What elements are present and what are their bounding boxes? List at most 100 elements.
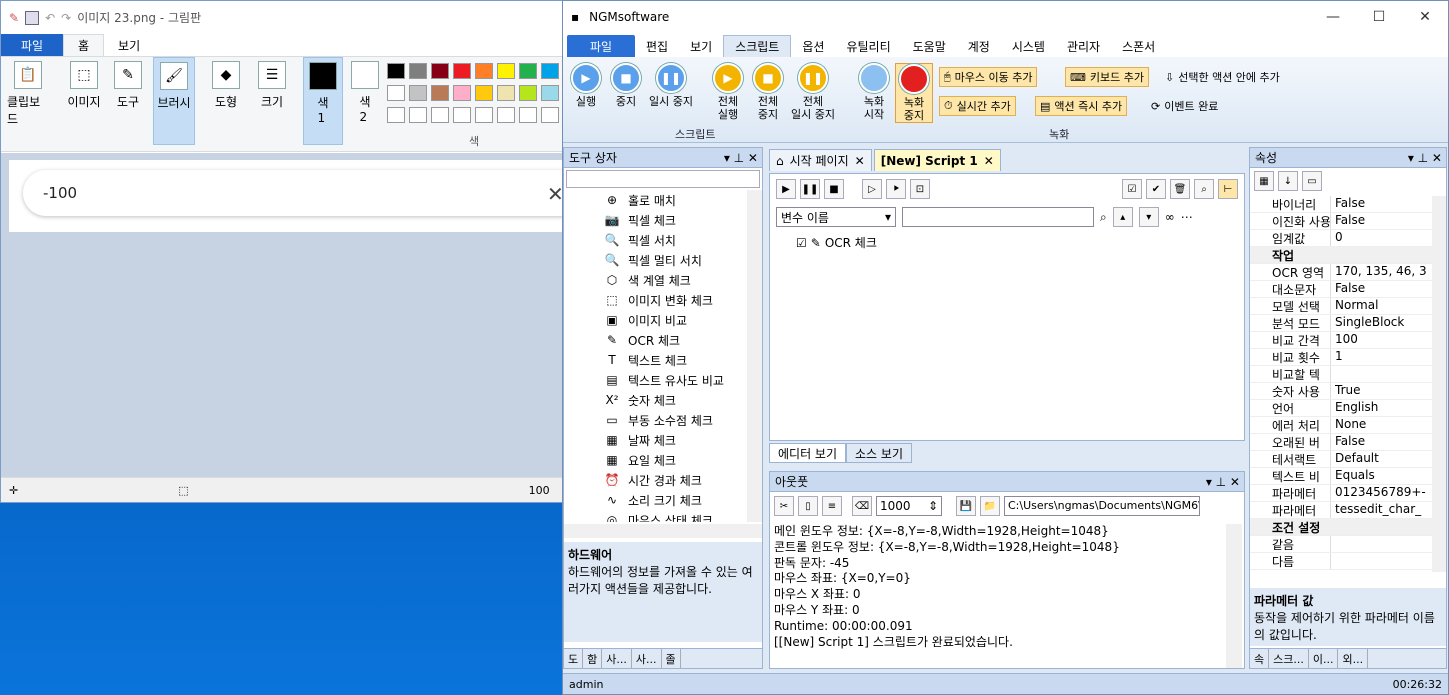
add-instant-button[interactable]: ▤ 액션 즉시 추가	[1035, 96, 1128, 116]
properties-footer-tab[interactable]: 이...	[1309, 649, 1339, 668]
property-row[interactable]: 모델 선택 Normal	[1250, 298, 1432, 315]
palette-swatch-empty[interactable]	[519, 107, 537, 123]
image-button[interactable]: ⬚ 이미지	[63, 57, 105, 145]
property-row[interactable]: 언어 English	[1250, 400, 1432, 417]
output-scrollbar[interactable]	[1226, 524, 1242, 668]
toolbox-footer-tab[interactable]: 함	[583, 649, 603, 668]
properties-footer-tab[interactable]: 속	[1250, 649, 1270, 668]
app-menu-icon[interactable]: ▪	[571, 10, 579, 24]
property-category[interactable]: 조건 설정	[1250, 519, 1432, 536]
toolbox-scrollbar[interactable]	[747, 190, 762, 522]
file-icon[interactable]: ▯	[798, 496, 818, 516]
toolbox-item[interactable]: ▦ 날짜 체크	[564, 430, 747, 450]
property-row[interactable]: 대소문자 False	[1250, 281, 1432, 298]
step-into-icon[interactable]: ⯈	[886, 179, 906, 199]
tab-start-page[interactable]: ⌂ 시작 페이지 ✕	[769, 149, 872, 171]
ribbon-tab[interactable]: 관리자	[1056, 35, 1111, 57]
tab-source-view[interactable]: 소스 보기	[846, 443, 912, 463]
toolbox-item[interactable]: T 텍스트 체크	[564, 350, 747, 370]
palette-swatch[interactable]	[431, 63, 449, 79]
property-row[interactable]: 테서랙트 Default	[1250, 451, 1432, 468]
paint-view-tab[interactable]: 보기	[104, 34, 154, 56]
search-icon[interactable]: ⌕	[1100, 210, 1107, 225]
property-row[interactable]: 숫자 사용 True	[1250, 383, 1432, 400]
property-value[interactable]: False	[1330, 434, 1432, 450]
toolbox-item[interactable]: 📷 픽셀 체크	[564, 210, 747, 230]
add-mouse-move-button[interactable]: 🖱 마우스 이동 추가	[939, 67, 1038, 87]
pause-icon[interactable]: ❚❚	[800, 179, 820, 199]
properties-scrollbar[interactable]	[1432, 196, 1446, 572]
panel-controls-icon[interactable]: ▾ ⊥ ✕	[1206, 475, 1240, 489]
categorized-icon[interactable]: ▦	[1254, 171, 1274, 191]
property-value[interactable]: tessedit_char_	[1330, 502, 1432, 518]
ribbon-tab[interactable]: 편집	[635, 35, 679, 57]
pause-button[interactable]: ❚❚ 일시 중지	[649, 63, 693, 108]
stop-icon[interactable]: ■	[824, 179, 844, 199]
property-row[interactable]: OCR 영역 170, 135, 46, 3	[1250, 264, 1432, 281]
toolbox-search-input[interactable]	[566, 170, 760, 188]
property-value[interactable]: None	[1330, 417, 1432, 433]
output-path-field[interactable]: C:\Users\ngmas\Documents\NGM6\	[1004, 496, 1200, 516]
stop-all-button[interactable]: ■ 전체 중지	[753, 63, 783, 121]
property-value[interactable]	[1330, 553, 1432, 569]
run-all-button[interactable]: ▶ 전체 실행	[713, 63, 743, 121]
property-row[interactable]: 비교 간격 100	[1250, 332, 1432, 349]
maximize-icon[interactable]: ☐	[1356, 1, 1402, 33]
brush-button[interactable]: 🖌 브러시	[153, 57, 195, 145]
undo-icon[interactable]: ↶	[45, 11, 55, 25]
property-value[interactable]	[1330, 366, 1432, 382]
palette-swatch-empty[interactable]	[541, 107, 559, 123]
ribbon-tab[interactable]: 스폰서	[1111, 35, 1166, 57]
property-value[interactable]: Equals	[1330, 468, 1432, 484]
variable-dropdown[interactable]: 변수 이름 ▾	[776, 207, 896, 227]
property-row[interactable]: 오래된 버 False	[1250, 434, 1432, 451]
check-all-icon[interactable]: ☑	[1122, 179, 1142, 199]
palette-swatch[interactable]	[497, 85, 515, 101]
color2-button[interactable]: 색 2	[345, 57, 385, 145]
property-category[interactable]: 작업	[1250, 247, 1432, 264]
property-row[interactable]: 같음	[1250, 536, 1432, 553]
palette-swatch[interactable]	[387, 85, 405, 101]
toolbox-item[interactable]: ▦ 요일 체크	[564, 450, 747, 470]
tab-editor-view[interactable]: 에디터 보기	[769, 443, 847, 463]
size-button[interactable]: ☰ 크기	[251, 57, 293, 145]
paint-file-tab[interactable]: 파일	[1, 34, 63, 56]
toolbox-footer-tab[interactable]: 사...	[602, 649, 632, 668]
property-value[interactable]: 1	[1330, 349, 1432, 365]
ribbon-tab[interactable]: 계정	[957, 35, 1001, 57]
record-start-button[interactable]: 녹화 시작	[859, 63, 889, 121]
palette-swatch[interactable]	[541, 85, 559, 101]
list-icon[interactable]: ≡	[822, 496, 842, 516]
properties-footer-tab[interactable]: 스크...	[1269, 649, 1309, 668]
tree-icon[interactable]: ⊢	[1218, 179, 1238, 199]
play-icon[interactable]: ▶	[776, 179, 796, 199]
property-row[interactable]: 텍스트 비 Equals	[1250, 468, 1432, 485]
toolbox-item[interactable]: ◎ 마우스 상태 체크	[564, 510, 747, 522]
toolbox-item[interactable]: ⏰ 시간 경과 체크	[564, 470, 747, 490]
ribbon-tab[interactable]: 유틸리티	[835, 35, 901, 57]
palette-swatch[interactable]	[475, 85, 493, 101]
palette-swatch[interactable]	[497, 63, 515, 79]
variable-value-input[interactable]	[902, 207, 1094, 227]
arrow-up-icon[interactable]: ▴	[1112, 207, 1133, 227]
clipboard-button[interactable]: 📋 클립보드	[7, 57, 49, 145]
palette-swatch-empty[interactable]	[431, 107, 449, 123]
property-row[interactable]: 비교할 텍	[1250, 366, 1432, 383]
toolbox-item[interactable]: ▤ 텍스트 유사도 비교	[564, 370, 747, 390]
property-value[interactable]: SingleBlock	[1330, 315, 1432, 331]
ribbon-tab[interactable]: 스크립트	[723, 35, 792, 57]
record-stop-button[interactable]: 녹화 중지	[895, 63, 933, 123]
step-over-icon[interactable]: ⊡	[910, 179, 930, 199]
panel-controls-icon[interactable]: ▾ ⊥ ✕	[724, 151, 758, 165]
palette-swatch[interactable]	[453, 63, 471, 79]
sort-icon[interactable]: ↓	[1278, 171, 1298, 191]
property-value[interactable]: Default	[1330, 451, 1432, 467]
toolbox-item[interactable]: ▣ 이미지 비교	[564, 310, 747, 330]
run-button[interactable]: ▶ 실행	[571, 63, 601, 108]
eraser-icon[interactable]: ⌫	[852, 496, 872, 516]
palette-swatch[interactable]	[453, 85, 471, 101]
add-realtime-button[interactable]: ⏱ 실시간 추가	[939, 96, 1016, 116]
event-done-button[interactable]: ⟳ 이벤트 완료	[1147, 96, 1222, 116]
ribbon-tab[interactable]: 도움말	[902, 35, 957, 57]
property-value[interactable]: English	[1330, 400, 1432, 416]
